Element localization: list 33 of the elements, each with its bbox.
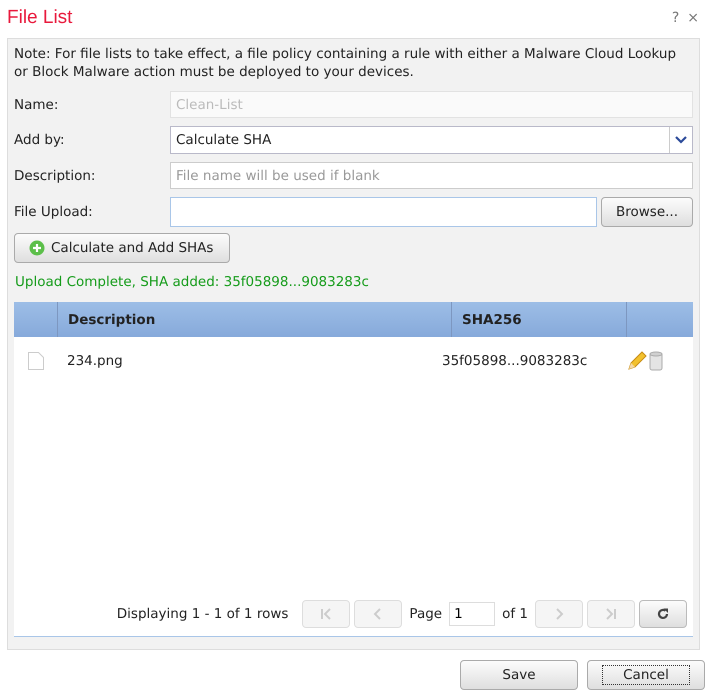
file-icon [26, 351, 44, 371]
calculate-button[interactable]: Calculate and Add SHAs [14, 233, 230, 263]
refresh-icon [656, 607, 670, 621]
dialog-title: File List [7, 7, 72, 29]
page-label: Page [409, 606, 442, 622]
text-field[interactable]: File name will be used if blank [170, 162, 693, 189]
chevron-icon [604, 607, 618, 621]
save-button[interactable]: Save [460, 660, 578, 690]
dropdown[interactable]: Calculate SHA [170, 126, 693, 154]
chevron-icon [319, 607, 334, 621]
page-count: of 1 [502, 606, 528, 622]
field-label: Name: [14, 96, 60, 112]
browse-button[interactable]: Browse... [600, 197, 693, 227]
refresh-page-button[interactable] [639, 600, 687, 628]
field-label: Add by: [14, 132, 66, 148]
plus-icon [29, 240, 45, 256]
trash-can-icon[interactable] [649, 350, 663, 372]
file-field[interactable] [170, 197, 597, 227]
pencil-icon[interactable] [626, 350, 648, 372]
field-label: File Upload: [14, 204, 94, 220]
table-cell-text: 35f05898...9083283c [441, 353, 588, 369]
note-text: Note: For file lists to take effect, a file policy containing a rule with either a Malware Cloud Lookup or Block Malware action must be deployed to your devices. [14, 45, 678, 81]
column-header[interactable]: SHA256 [451, 302, 626, 337]
table-cell-text: 234.png [66, 353, 124, 369]
close-button[interactable]: × [687, 10, 699, 26]
field-label: Description: [14, 168, 96, 184]
chevron-down-icon [675, 136, 687, 144]
status-message: Upload Complete, SHA added: 35f05898...9083283c [15, 274, 370, 290]
pager-summary: Displaying 1 - 1 of 1 rows [116, 606, 288, 622]
page-field[interactable]: 1 [449, 602, 496, 626]
help-button[interactable]: ? [672, 10, 680, 26]
cancel-button[interactable]: Cancel [587, 660, 705, 690]
column-header[interactable]: Description [57, 302, 451, 337]
